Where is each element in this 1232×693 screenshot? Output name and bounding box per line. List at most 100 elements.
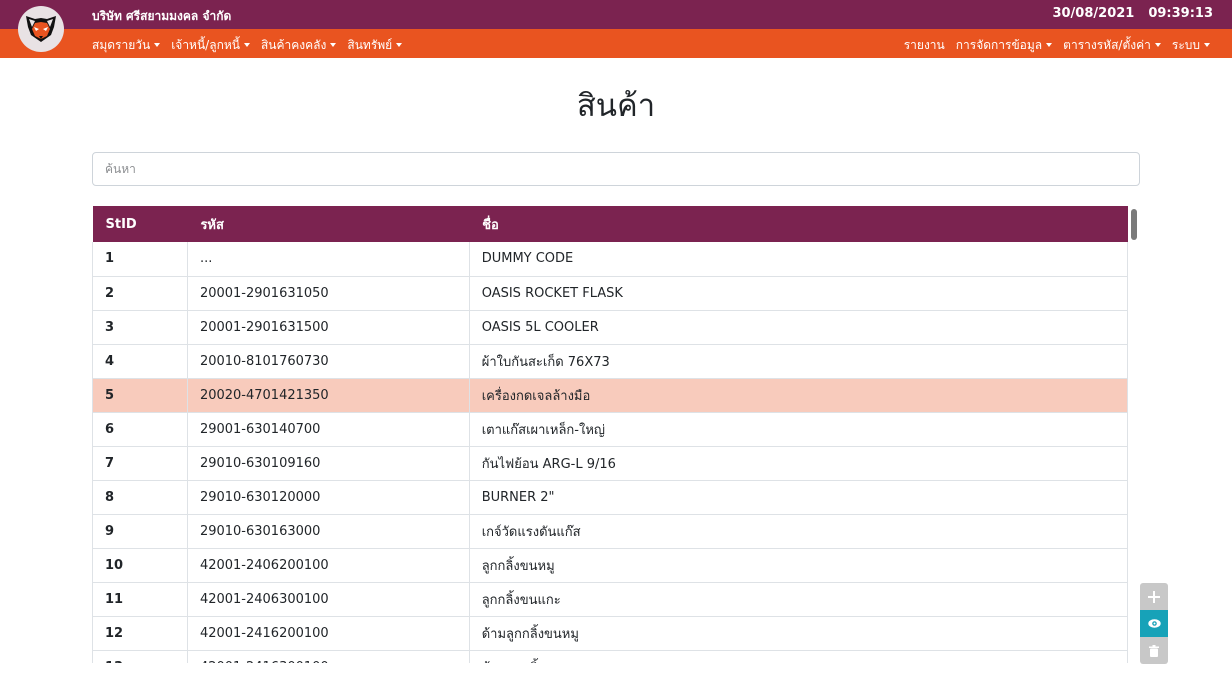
cell-code: 42001-2416200100	[187, 616, 470, 651]
table-row[interactable]: 6 29001-630140700 เตาแก๊สเผาเหล็ก-ใหญ่	[92, 412, 1129, 447]
cell-name: ด้ามลูกกลิ้งขนหมู	[469, 616, 1129, 651]
current-date: 30/08/2021	[1052, 6, 1135, 21]
table-row[interactable]: 1... DUMMY CODE	[92, 242, 1129, 277]
cell-stid: 9	[92, 514, 188, 549]
cell-name: เกจ์วัดแรงดันแก๊ส	[469, 514, 1129, 549]
cell-name: เครื่องกดเจลล้างมือ	[469, 378, 1129, 413]
cell-code: 29010-630120000	[187, 480, 470, 515]
cell-stid: 1	[92, 242, 188, 277]
table-row[interactable]: 3 20001-2901631500 OASIS 5L COOLER	[92, 310, 1129, 345]
cell-stid: 7	[92, 446, 188, 481]
main-navbar: สมุดรายวัน เจ้าหนี้/ลูกหนี้ สินค้าคงคลัง…	[0, 29, 1232, 58]
nav-label: ระบบ	[1171, 38, 1200, 52]
nav-label: เจ้าหนี้/ลูกหนี้	[171, 38, 240, 52]
cell-code: 42001-2416300100	[187, 650, 470, 663]
cell-name: DUMMY CODE	[469, 242, 1129, 277]
nav-label: สินค้าคงคลัง	[260, 38, 327, 52]
table-row[interactable]: 12 42001-2416200100 ด้ามลูกกลิ้งขนหมู	[92, 616, 1129, 651]
products-table-container[interactable]: StID รหัส ชื่อ 1... DUMMY CODE 2 20001-2901…	[92, 206, 1140, 663]
table-scrollbar-track[interactable]	[1129, 206, 1140, 663]
caret-down-icon	[396, 43, 403, 47]
plus-icon	[1148, 590, 1160, 603]
cell-code: 42001-2406200100	[187, 548, 470, 583]
nav-label: สินทรัพย์	[347, 38, 393, 52]
table-row[interactable]: 1342001-2416300100ด้ามลูกกลิ้งขนแกะ	[92, 650, 1129, 663]
cell-code: 20001-2901631500	[187, 310, 470, 345]
cell-stid: 4	[92, 344, 188, 379]
nav-label: สมุดรายวัน	[92, 38, 151, 52]
table-row[interactable]: 7 29010-630109160 กันไฟย้อน ARG-L 9/16	[92, 446, 1129, 481]
table-row[interactable]: 5 20020-4701421350 เครื่องกดเจลล้างมือ	[92, 378, 1129, 413]
cell-stid: 6	[92, 412, 188, 447]
cell-stid: 2	[92, 276, 188, 311]
cell-name: ลูกกลิ้งขนหมู	[469, 548, 1129, 583]
cell-code: 42001-2406300100	[187, 582, 470, 617]
caret-down-icon	[330, 43, 337, 47]
current-time: 09:39:13	[1148, 6, 1213, 21]
fox-logo-icon[interactable]	[18, 6, 64, 52]
table-scrollbar-thumb[interactable]	[1131, 209, 1137, 240]
cell-code: 29010-630163000	[187, 514, 470, 549]
cell-name: OASIS 5L COOLER	[469, 310, 1129, 345]
nav-inventory-menu[interactable]: สินค้าคงคลัง	[260, 36, 337, 55]
cell-name: ลูกกลิ้งขนแกะ	[469, 582, 1129, 617]
caret-down-icon	[1046, 43, 1053, 47]
cell-code: 29010-630109160	[187, 446, 470, 481]
products-table: StID รหัส ชื่อ 1... DUMMY CODE 2 20001-2901…	[92, 206, 1129, 663]
nav-code-settings-menu[interactable]: ตารางรหัส/ตั้งค่า	[1063, 36, 1161, 55]
column-header-stid[interactable]: StID	[92, 206, 188, 242]
view-button[interactable]	[1140, 610, 1168, 637]
cell-stid: 3	[92, 310, 188, 345]
cell-name: กันไฟย้อน ARG-L 9/16	[469, 446, 1129, 481]
column-header-code[interactable]: รหัส	[187, 206, 470, 242]
cell-stid: 8	[92, 480, 188, 515]
nav-label: การจัดการข้อมูล	[955, 38, 1043, 52]
nav-data-management-menu[interactable]: การจัดการข้อมูล	[955, 36, 1053, 55]
cell-stid: 5	[92, 378, 188, 413]
cell-code: 20001-2901631050	[187, 276, 470, 311]
nav-system-menu[interactable]: ระบบ	[1172, 36, 1210, 55]
table-row[interactable]: 8 29010-630120000 BURNER 2"	[92, 480, 1129, 515]
table-row[interactable]: 2 20001-2901631050 OASIS ROCKET FLASK	[92, 276, 1129, 311]
nav-debtor-menu[interactable]: เจ้าหนี้/ลูกหนี้	[171, 36, 250, 55]
cell-code: 20010-8101760730	[187, 344, 470, 379]
add-button[interactable]	[1140, 583, 1168, 610]
search-input[interactable]	[92, 152, 1140, 186]
cell-stid: 10	[92, 548, 188, 583]
caret-down-icon	[154, 43, 161, 47]
cell-name: BURNER 2"	[469, 480, 1129, 515]
datetime-display: 30/08/2021 09:39:13	[1052, 6, 1213, 21]
cell-name: OASIS ROCKET FLASK	[469, 276, 1129, 311]
table-header-row: StID รหัส ชื่อ	[92, 206, 1128, 242]
nav-label: ตารางรหัส/ตั้งค่า	[1063, 38, 1151, 52]
cell-stid: 13	[92, 650, 188, 663]
top-header-bar: บริษัท ศรีสยามมงคล จำกัด 30/08/2021 09:39…	[0, 0, 1232, 29]
table-row[interactable]: 4 20010-8101760730 ผ้าใบกันสะเก็ด 76X73	[92, 344, 1129, 379]
nav-report-link[interactable]: รายงาน	[904, 36, 945, 55]
trash-icon	[1149, 644, 1159, 657]
cell-stid: 11	[92, 582, 188, 617]
nav-label: รายงาน	[903, 38, 945, 52]
cell-code: ...	[187, 242, 470, 277]
delete-button[interactable]	[1140, 637, 1168, 664]
cell-stid: 12	[92, 616, 188, 651]
cell-code: 29001-630140700	[187, 412, 470, 447]
nav-right-menu: รายงาน การจัดการข้อมูล ตารางรหัส/ตั้งค่า…	[904, 36, 1210, 55]
table-row[interactable]: 11 42001-2406300100 ลูกกลิ้งขนแกะ	[92, 582, 1129, 617]
cell-name: เตาแก๊สเผาเหล็ก-ใหญ่	[469, 412, 1129, 447]
eye-icon	[1147, 619, 1161, 628]
caret-down-icon	[243, 43, 250, 47]
nav-left-menu: สมุดรายวัน เจ้าหนี้/ลูกหนี้ สินค้าคงคลัง…	[92, 36, 403, 55]
company-name: บริษัท ศรีสยามมงคล จำกัด	[92, 9, 232, 23]
cell-name: ผ้าใบกันสะเก็ด 76X73	[469, 344, 1129, 379]
page-title: สินค้า	[576, 88, 656, 124]
caret-down-icon	[1204, 43, 1210, 47]
column-header-name[interactable]: ชื่อ	[469, 206, 1128, 242]
nav-journal-menu[interactable]: สมุดรายวัน	[92, 36, 161, 55]
table-row[interactable]: 9 29010-630163000 เกจ์วัดแรงดันแก๊ส	[92, 514, 1129, 549]
caret-down-icon	[1154, 43, 1161, 47]
cell-code: 20020-4701421350	[187, 378, 470, 413]
table-row[interactable]: 10 42001-2406200100 ลูกกลิ้งขนหมู	[92, 548, 1129, 583]
cell-name: ด้ามลูกกลิ้งขนแกะ	[469, 650, 1129, 663]
nav-assets-menu[interactable]: สินทรัพย์	[347, 36, 403, 55]
